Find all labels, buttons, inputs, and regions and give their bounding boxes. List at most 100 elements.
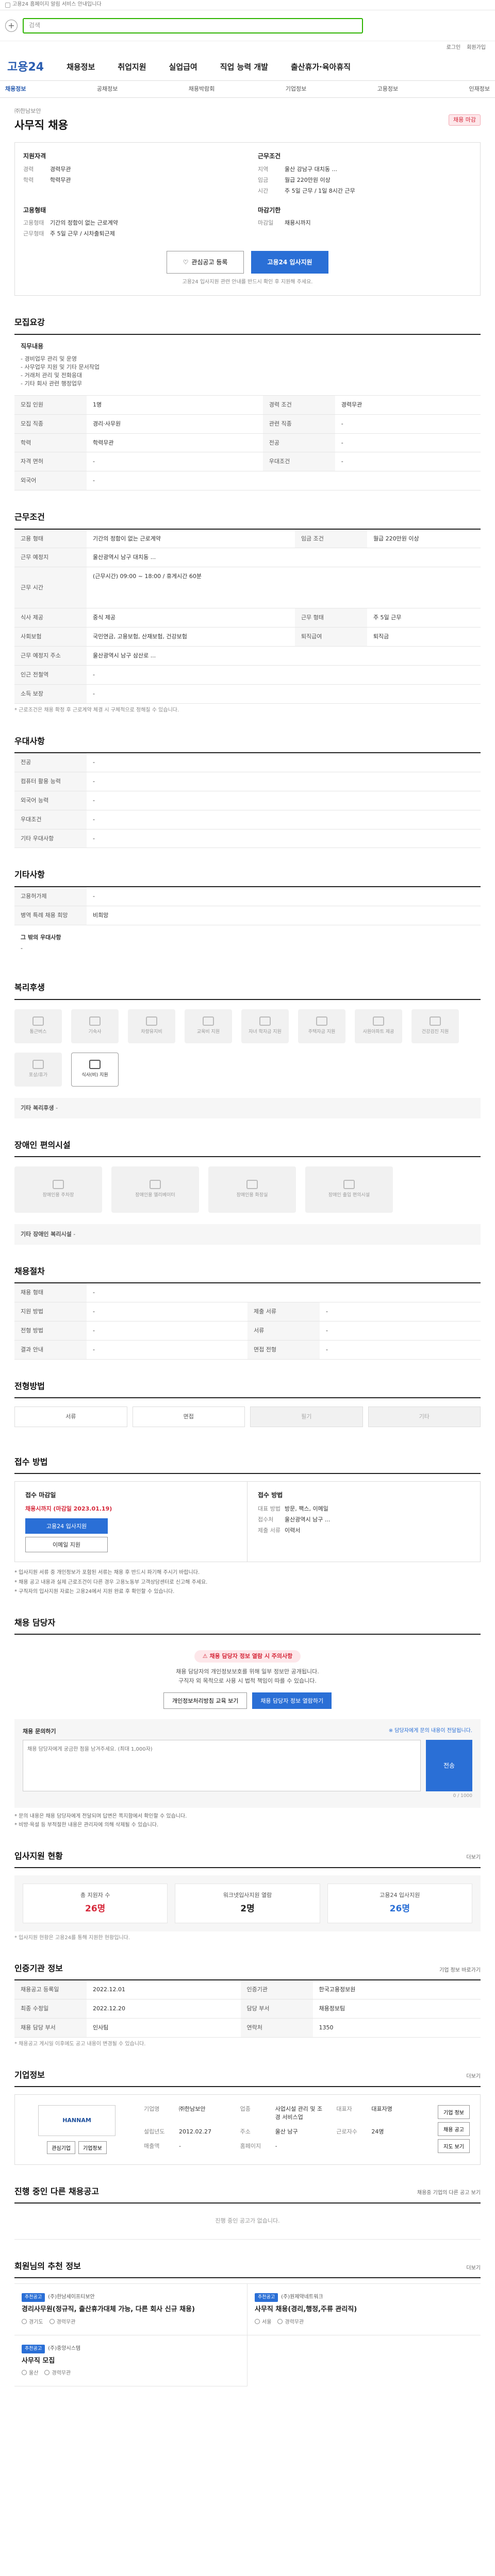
career-icon xyxy=(277,2319,283,2325)
duty-line: - 기타 회사 관련 행정업무 xyxy=(21,380,82,387)
lnb-item-employment[interactable]: 고용정보 xyxy=(377,85,398,93)
cell-value: - xyxy=(87,1283,481,1302)
apply-email-button[interactable]: 이메일 지원 xyxy=(25,1537,108,1553)
table-row: 지원 방법 - 제출 서류 - xyxy=(14,1302,481,1321)
reco-card[interactable]: 추천공고 (주)한남세이프티보안 경리사무원(정규직, 출산휴가대체 가능, 다른… xyxy=(14,2284,248,2335)
cell-label: 결과 안내 xyxy=(14,1340,87,1360)
company-more-link[interactable]: 더보기 xyxy=(466,2073,481,2081)
inquiry-label: 채용 문의하기 xyxy=(23,1727,56,1735)
gnb-item-jobs[interactable]: 채용정보 xyxy=(67,62,95,73)
reco-card[interactable]: 추천공고 (주)중앙시스템 사무직 모집 울산 경력무관 xyxy=(14,2335,248,2386)
table-row: 채용 담당 부서 인사팀 연락처 1350 xyxy=(14,2018,481,2038)
view-contact-button[interactable]: 채용 담당자 정보 열람하기 xyxy=(252,1692,332,1709)
follow-company-button[interactable]: 관심기업 xyxy=(47,2141,75,2154)
search-input[interactable]: 검색 xyxy=(23,18,363,33)
kv-value: 울산 남구 xyxy=(275,2128,298,2136)
company-side-button[interactable]: 지도 보기 xyxy=(438,2139,470,2153)
cell-value: 2022.12.01 xyxy=(87,1980,241,2000)
scrap-button[interactable]: ♡ 관심공고 등록 xyxy=(167,250,244,274)
reco-card[interactable]: 추천공고 (주)원제약네트워크 사무직 채용(경리,행정,주류 관리직) 서울 경력… xyxy=(248,2284,481,2335)
process-chip-interview: 면접 xyxy=(132,1406,245,1427)
cell-label: 자격 면허 xyxy=(14,452,87,472)
lnb-item-public[interactable]: 공채정보 xyxy=(97,85,118,93)
cell-label: 고용 형태 xyxy=(14,529,87,549)
kv-value: 울산 강남구 대치동 ... xyxy=(285,165,337,173)
duty-box: 직무내용 - 경비업무 관리 및 운영 - 사무업무 지원 및 기타 문서작업 … xyxy=(14,335,481,396)
login-link[interactable]: 로그인 xyxy=(447,44,461,52)
gnb-item-training[interactable]: 직업 능력 개발 xyxy=(220,62,268,73)
info-table: 채용공고 등록일 2022.12.01 인증기관 한국고용정보원 최종 수정일 2022… xyxy=(14,1980,481,2038)
stat-value: 2명 xyxy=(240,1903,255,1914)
company-side-button[interactable]: 기업 정보 xyxy=(438,2105,470,2119)
welfare-tile: 통근버스 xyxy=(14,1009,62,1043)
table-row: 병역 특례 채용 희망 비희망 xyxy=(14,906,481,925)
privacy-edu-button[interactable]: 개인정보처리방침 교육 보기 xyxy=(163,1692,248,1709)
duty-line: - 경비업무 관리 및 운영 xyxy=(21,355,77,362)
inquiry-send-button[interactable]: 전송 xyxy=(426,1739,472,1791)
condition-table: 고용 형태 기간의 정함이 없는 근로계약 임금 조건 월급 220만원 이상 근무 … xyxy=(14,529,481,704)
apply-deadline-box: 접수 마감일 채용시까지 (마감일 2023.01.19) 고용24 입사지원 … xyxy=(15,1481,248,1562)
disabled-label: 장애인용 화장실 xyxy=(236,1193,268,1198)
inquiry-textarea[interactable] xyxy=(23,1739,421,1791)
site-logo[interactable]: 고용24 xyxy=(7,59,44,76)
cell-label: 모집 인원 xyxy=(14,395,87,415)
note-text: * 비방·욕설 등 부적절한 내용은 관리자에 의해 삭제될 수 있습니다. xyxy=(14,1822,159,1828)
reco-title[interactable]: 사무직 채용(경리,행정,주류 관리직) xyxy=(255,2305,473,2315)
cell-value: - xyxy=(335,452,481,472)
section-title: 기타사항 xyxy=(14,869,481,887)
cell-label: 소득 보장 xyxy=(14,684,87,704)
welfare-tiles: 통근버스 기숙사 차량유지비 교육비 지원 자녀 학자금 지원 주택자금 지원 … xyxy=(14,1000,481,1096)
apply-online-button[interactable]: 고용24 입사지원 xyxy=(25,1518,108,1534)
signup-link[interactable]: 회원가입 xyxy=(467,44,486,52)
lnb-item-jobs[interactable]: 채용정보 xyxy=(5,85,26,93)
other-more-link[interactable]: 채용중 기업의 다른 공고 보기 xyxy=(417,2190,481,2197)
bullet-text: * 구직자의 입사지원 자료는 고용24에서 지원 완료 후 확인할 수 있습니… xyxy=(14,1589,175,1595)
gnb-item-support[interactable]: 취업지원 xyxy=(118,62,146,73)
cell-label: 퇴직급여 xyxy=(294,627,367,647)
add-icon[interactable]: + xyxy=(5,19,18,32)
info-more-link[interactable]: 기업 정보 바로가기 xyxy=(439,1967,481,1975)
lnb-item-company[interactable]: 기업정보 xyxy=(286,85,306,93)
process-chip-written: 필기 xyxy=(250,1406,363,1427)
stats-more-link[interactable]: 더보기 xyxy=(466,1854,481,1862)
bus-icon xyxy=(32,1016,44,1026)
reco-title[interactable]: 사무직 모집 xyxy=(22,2357,240,2366)
cell-label: 최종 수정일 xyxy=(14,1999,87,2019)
cell-value: 주 5일 근무 xyxy=(367,608,481,628)
table-row: 전공 - xyxy=(14,753,481,772)
cell-label: 전공 xyxy=(14,753,87,772)
lnb-item-fair[interactable]: 채용박람회 xyxy=(189,85,215,93)
cell-label: 경력 조건 xyxy=(262,395,335,415)
other-pref-label: 그 밖의 우대사항 xyxy=(21,934,61,941)
company-info-button[interactable]: 기업정보 xyxy=(78,2141,107,2154)
apply-button[interactable]: 고용24 입사지원 xyxy=(251,250,328,274)
disabled-tile: 장애인용 주차장 xyxy=(14,1166,102,1213)
apply-left-title: 접수 마감일 xyxy=(25,1491,56,1499)
cell-label: 모집 직종 xyxy=(14,414,87,434)
reco-more-link[interactable]: 더보기 xyxy=(466,2265,481,2273)
company-side-button[interactable]: 채용 공고 xyxy=(438,2122,470,2136)
summary-cond-title: 근무조건 xyxy=(258,152,281,160)
company-name[interactable]: ㈜한남보안 xyxy=(14,107,68,115)
cell-value: 학력무관 xyxy=(87,433,263,453)
cell-label: 임금 조건 xyxy=(294,529,367,549)
meal-icon xyxy=(89,1060,101,1070)
welfare-tile: 교육비 지원 xyxy=(185,1009,232,1043)
cell-label: 전공 xyxy=(262,433,335,453)
stats-box: 총 지원자 수 26명 워크넷입사지원 열람 2명 고용24 입사지원 26명 xyxy=(14,1875,481,1931)
reco-title[interactable]: 경리사무원(정규직, 출산휴가대체 가능, 다른 회사 신규 채용) xyxy=(22,2305,240,2315)
gnb-item-benefit[interactable]: 실업급여 xyxy=(169,62,197,73)
cell-label: 외국어 xyxy=(14,471,87,491)
table-row: 고용 형태 기간의 정함이 없는 근로계약 임금 조건 월급 220만원 이상 xyxy=(14,529,481,549)
kv-label: 근무형태 xyxy=(23,230,44,237)
table-row: 외국어 - xyxy=(14,471,481,491)
cell-value: 2022.12.20 xyxy=(87,1999,241,2019)
lnb-item-talent[interactable]: 인재정보 xyxy=(469,85,490,93)
cell-label: 채용 담당 부서 xyxy=(14,2018,87,2038)
kv-label: 접수처 xyxy=(258,1516,274,1523)
reco-tag: 추천공고 xyxy=(255,2293,278,2302)
cell-label: 사회보험 xyxy=(14,627,87,647)
kv-value: ㈜한남보안 xyxy=(179,2105,206,2112)
gnb-item-leave[interactable]: 출산휴가·육아휴직 xyxy=(291,62,351,73)
table-row: 채용공고 등록일 2022.12.01 인증기관 한국고용정보원 xyxy=(14,1980,481,2000)
